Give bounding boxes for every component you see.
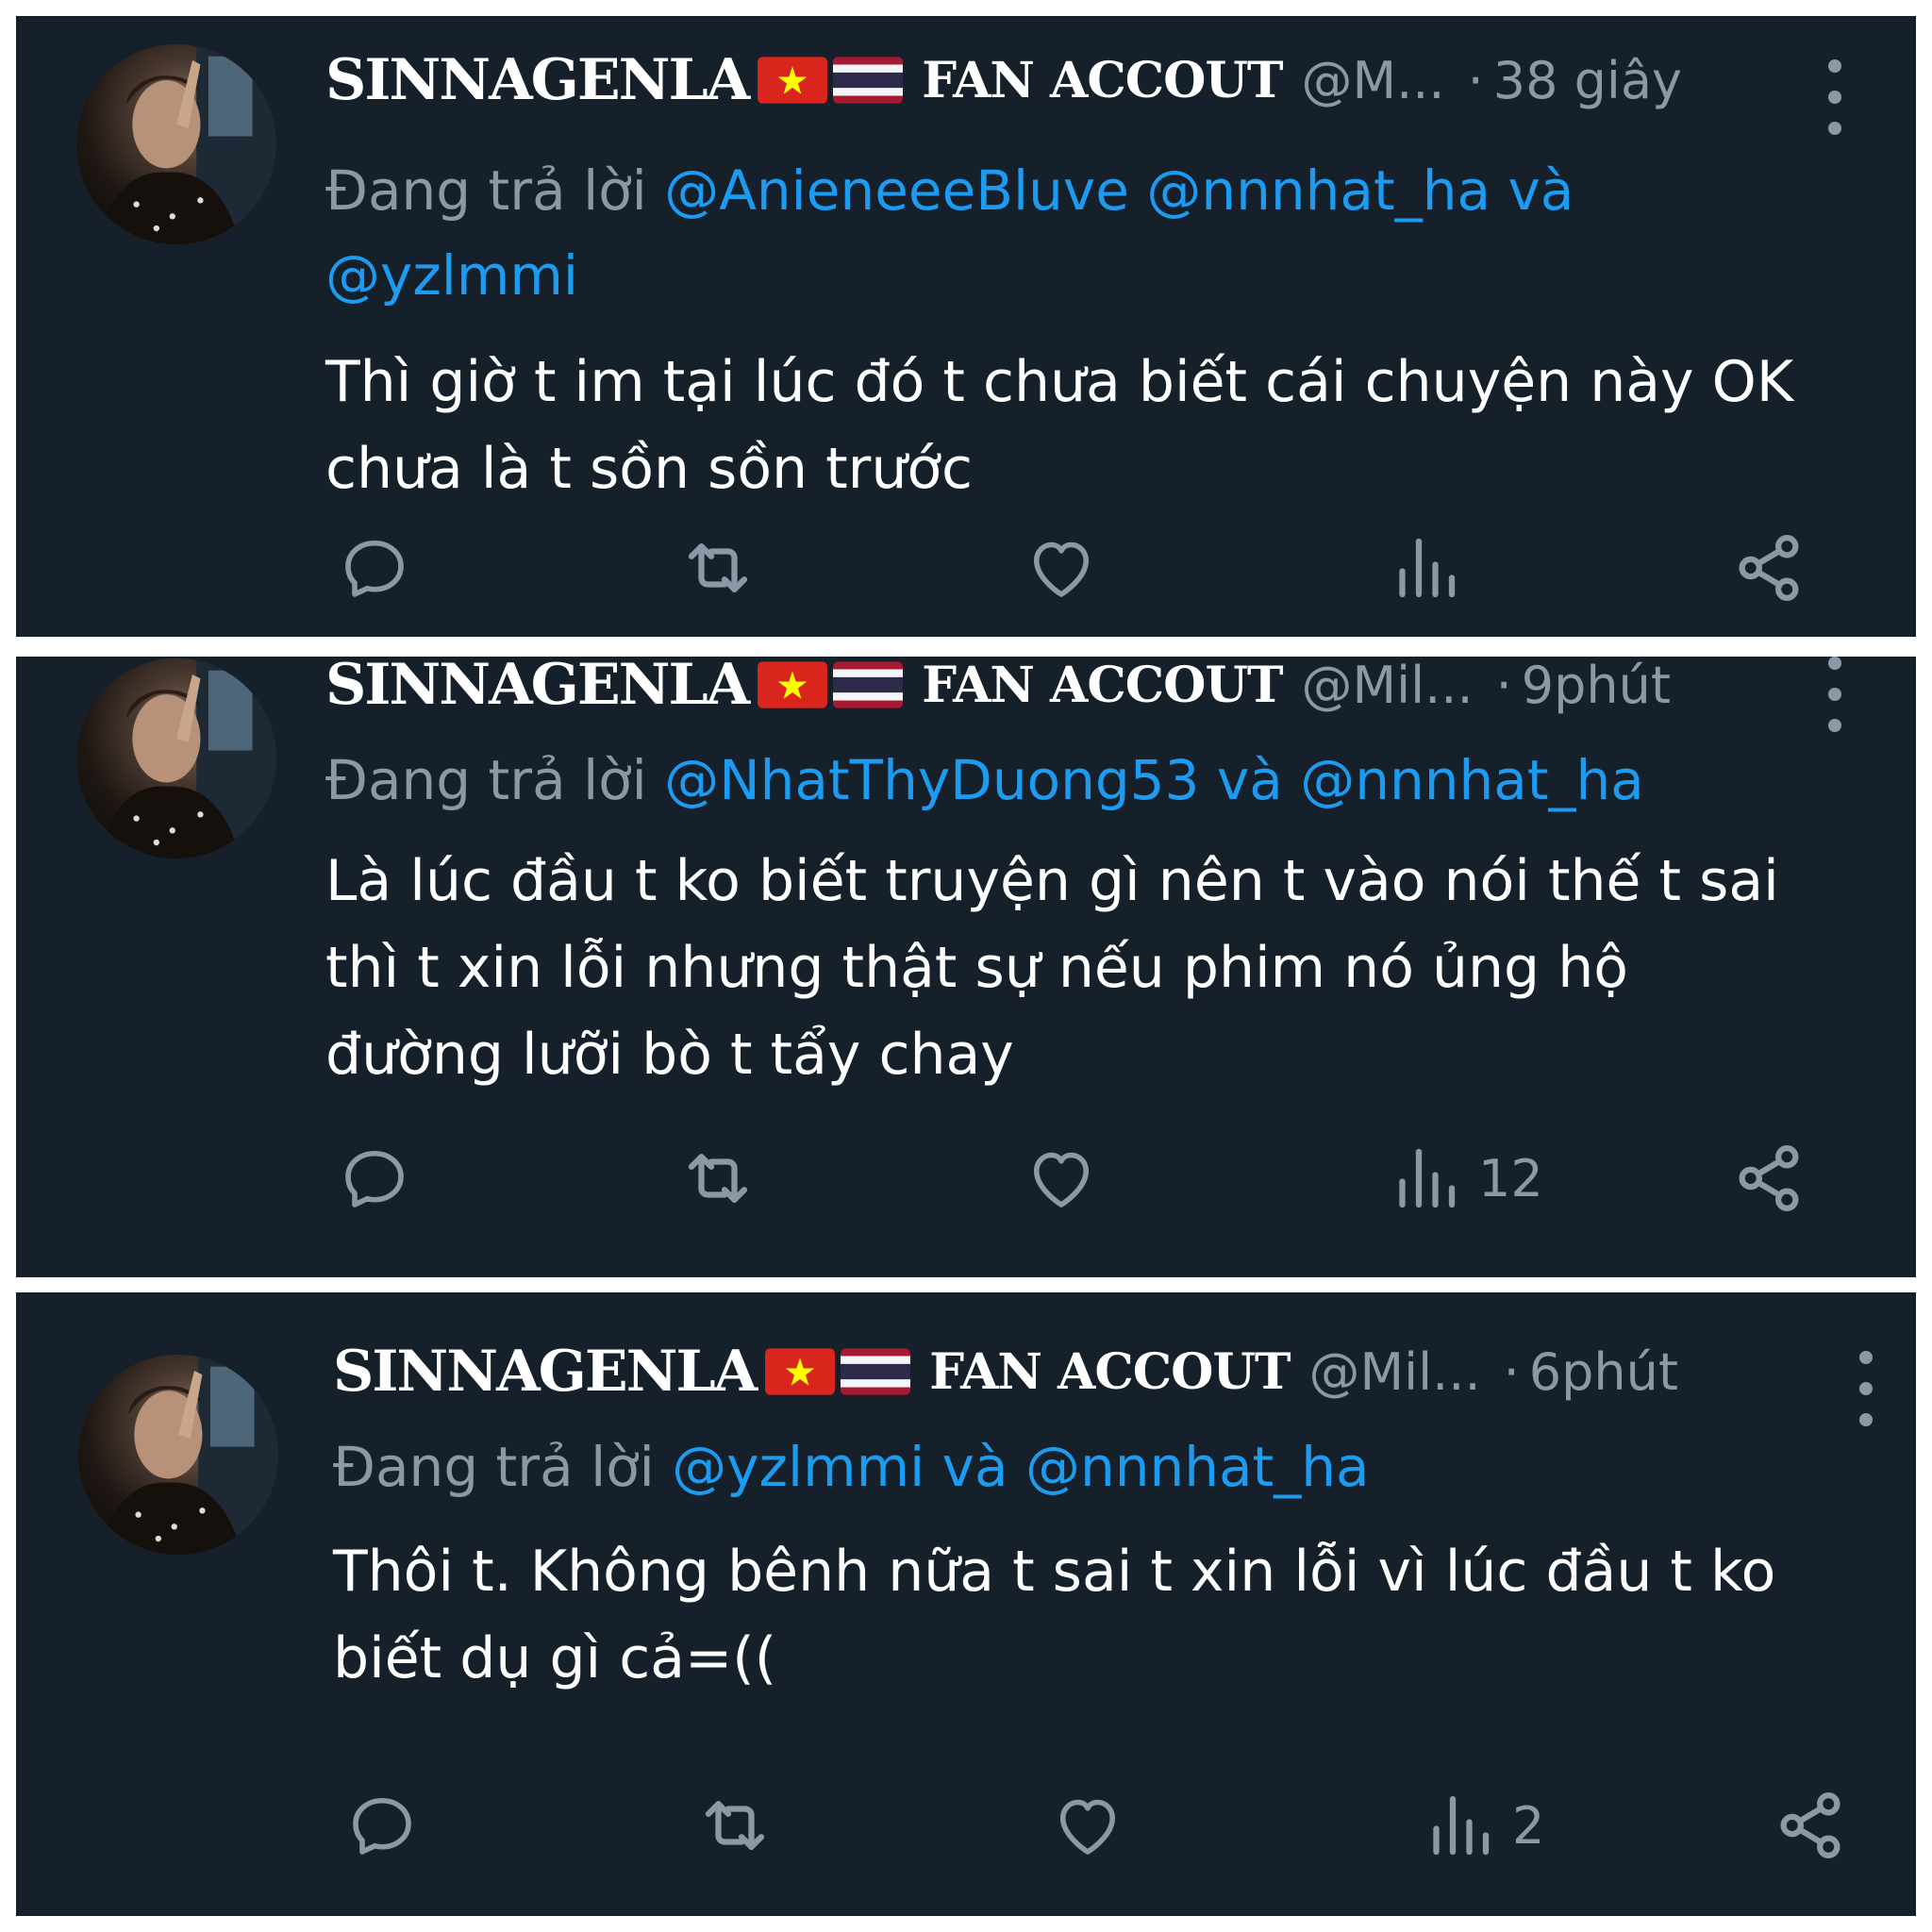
mention-link[interactable]: @AnieneeeBluve	[664, 158, 1129, 223]
tweet-text-line: chưa là t sồn sồn trước	[325, 436, 974, 502]
handle[interactable]: @Mil...	[1309, 1342, 1481, 1402]
avatar[interactable]	[78, 1355, 278, 1555]
share-button[interactable]	[1729, 1136, 1808, 1221]
tweet-card[interactable]: SINNAGENLA FAN ACCOUT @Mil... · 6phút Đa…	[16, 1292, 1916, 1916]
views-button[interactable]: 2	[1420, 1783, 1544, 1868]
timestamp[interactable]: 6phút	[1529, 1342, 1678, 1402]
avatar-photo	[96, 658, 276, 858]
vietnam-flag-icon	[758, 661, 828, 708]
display-name[interactable]: SINNAGENLA	[325, 47, 750, 113]
tweet-text-line: thì t xin lỗi nhưng thật sự nếu phim nó …	[325, 935, 1628, 1001]
share-icon	[1780, 1792, 1840, 1858]
reply-conjunction: và	[1507, 158, 1574, 223]
tweet-text: Thì giờ t im tại lúc đó t chưa biết cái …	[325, 339, 1916, 512]
mention-link[interactable]: @yzlmmi	[672, 1435, 924, 1499]
tweet-text-line: Thì giờ t im tại lúc đó t chưa biết cái …	[325, 349, 1794, 415]
tweet-header: SINNAGENLA FAN ACCOUT @M... · 38 giây	[325, 42, 1682, 118]
reply-button[interactable]	[335, 525, 414, 610]
reply-context: Đang trả lời @yzlmmi và @nnnhat_ha	[333, 1424, 1880, 1509]
tweet-text-line: đường lưỡi bò t tẩy chay	[325, 1022, 1014, 1088]
views-button[interactable]: 12	[1386, 1136, 1543, 1221]
tweet-text: Là lúc đầu t ko biết truyện gì nên t vào…	[325, 838, 1916, 1098]
more-vertical-icon[interactable]	[1825, 657, 1844, 732]
share-button[interactable]	[1771, 1783, 1850, 1868]
analytics-bars-icon	[1399, 538, 1456, 598]
heart-icon	[1033, 1152, 1090, 1208]
retweet-button[interactable]	[678, 525, 758, 610]
thailand-flag-icon	[833, 661, 904, 708]
handle[interactable]: @M...	[1302, 51, 1445, 110]
reply-context: Đang trả lời @NhatThyDuong53 và @nnnhat_…	[325, 738, 1873, 823]
mention-link[interactable]: @nnnhat_ha	[1146, 158, 1491, 223]
mention-link[interactable]: @nnnhat_ha	[1025, 1435, 1370, 1499]
vietnam-flag-icon	[765, 1348, 836, 1395]
reply-bubble-icon	[345, 1150, 404, 1208]
tweet-text: Thôi t. Không bênh nữa t sai t xin lỗi v…	[333, 1528, 1916, 1702]
analytics-bars-icon	[1399, 1148, 1456, 1208]
avatar[interactable]	[76, 44, 276, 244]
reply-prefix: Đang trả lời	[333, 1435, 655, 1499]
account-suffix: FAN ACCOUT	[922, 51, 1283, 109]
handle[interactable]: @Mil...	[1302, 657, 1474, 715]
heart-icon	[1059, 1799, 1116, 1855]
reply-conjunction: và	[1216, 748, 1283, 812]
reply-button[interactable]	[335, 1136, 414, 1221]
vietnam-flag-icon	[758, 57, 828, 104]
share-button[interactable]	[1729, 525, 1808, 610]
action-bar: 2	[16, 1783, 1916, 1868]
reply-prefix: Đang trả lời	[325, 158, 647, 223]
separator: ·	[1503, 1341, 1520, 1402]
display-name[interactable]: SINNAGENLA	[325, 657, 750, 718]
views-button[interactable]	[1386, 525, 1478, 610]
retweet-button[interactable]	[678, 1136, 758, 1221]
tweet-header: SINNAGENLA FAN ACCOUT @Mil... · 6phút	[333, 1334, 1678, 1409]
retweet-button[interactable]	[695, 1783, 774, 1868]
reply-bubble-icon	[345, 540, 404, 597]
retweet-icon	[688, 543, 748, 592]
views-count: 12	[1478, 1148, 1543, 1208]
thailand-flag-icon	[841, 1348, 911, 1395]
mention-link[interactable]: @NhatThyDuong53	[664, 748, 1199, 812]
account-suffix: FAN ACCOUT	[929, 1342, 1291, 1401]
retweet-icon	[705, 1801, 765, 1850]
display-name[interactable]: SINNAGENLA	[333, 1339, 758, 1405]
tweet-text-line: Thôi t. Không bênh nữa t sai t xin lỗi v…	[333, 1539, 1776, 1605]
reply-bubble-icon	[353, 1797, 411, 1855]
tweet-text-line: Là lúc đầu t ko biết truyện gì nên t vào…	[325, 848, 1779, 914]
like-button[interactable]	[1022, 525, 1101, 610]
share-icon	[1739, 535, 1799, 601]
heart-icon	[1033, 541, 1090, 597]
action-bar	[16, 525, 1916, 610]
mention-link[interactable]: @yzlmmi	[325, 243, 578, 308]
like-button[interactable]	[1022, 1136, 1101, 1221]
reply-button[interactable]	[342, 1783, 422, 1868]
tweet-header: SINNAGENLA FAN ACCOUT @Mil... · 9phút	[325, 657, 1671, 723]
avatar-photo	[98, 1355, 278, 1555]
like-button[interactable]	[1048, 1783, 1127, 1868]
separator: ·	[1495, 657, 1512, 715]
tweet-text-line: biết dụ gì cả=((	[333, 1625, 777, 1691]
share-icon	[1739, 1145, 1799, 1211]
tweet-card[interactable]: SINNAGENLA FAN ACCOUT @M... · 38 giây Đa…	[16, 16, 1916, 637]
retweet-icon	[688, 1154, 748, 1203]
account-suffix: FAN ACCOUT	[922, 657, 1283, 714]
avatar-photo	[96, 44, 276, 244]
more-vertical-icon[interactable]	[1825, 59, 1844, 135]
separator: ·	[1467, 50, 1484, 110]
timestamp[interactable]: 38 giây	[1493, 51, 1682, 110]
mention-link[interactable]: @nnnhat_ha	[1300, 748, 1644, 812]
reply-prefix: Đang trả lời	[325, 748, 647, 812]
avatar[interactable]	[76, 658, 276, 858]
views-count: 2	[1512, 1795, 1545, 1856]
timestamp[interactable]: 9phút	[1522, 657, 1671, 715]
tweet-card[interactable]: SINNAGENLA FAN ACCOUT @Mil... · 9phút Đa…	[16, 657, 1916, 1277]
action-bar: 12	[16, 1136, 1916, 1221]
reply-conjunction: và	[941, 1435, 1008, 1499]
analytics-bars-icon	[1433, 1795, 1490, 1856]
more-vertical-icon[interactable]	[1857, 1351, 1875, 1426]
reply-context: Đang trả lời @AnieneeeBluve @nnnhat_ha v…	[325, 148, 1873, 318]
thailand-flag-icon	[833, 57, 904, 104]
